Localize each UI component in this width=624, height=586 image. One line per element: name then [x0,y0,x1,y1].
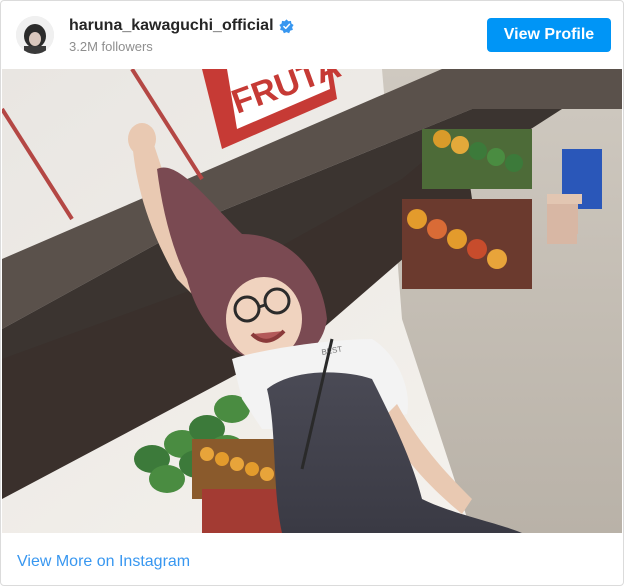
post-header: haruna_kawaguchi_official 3.2M followers… [1,1,623,69]
view-more-on-instagram-link[interactable]: View More on Instagram [17,553,190,571]
username-row: haruna_kawaguchi_official [69,17,294,35]
profile-username[interactable]: haruna_kawaguchi_official [69,17,274,35]
view-profile-button[interactable]: View Profile [487,18,611,52]
profile-avatar[interactable] [16,16,54,54]
instagram-embed-card: haruna_kawaguchi_official 3.2M followers… [0,0,624,586]
post-photo[interactable]: FRUTA BEST [2,69,622,533]
follower-count: 3.2M followers [69,39,153,54]
verified-badge-icon [278,18,294,34]
